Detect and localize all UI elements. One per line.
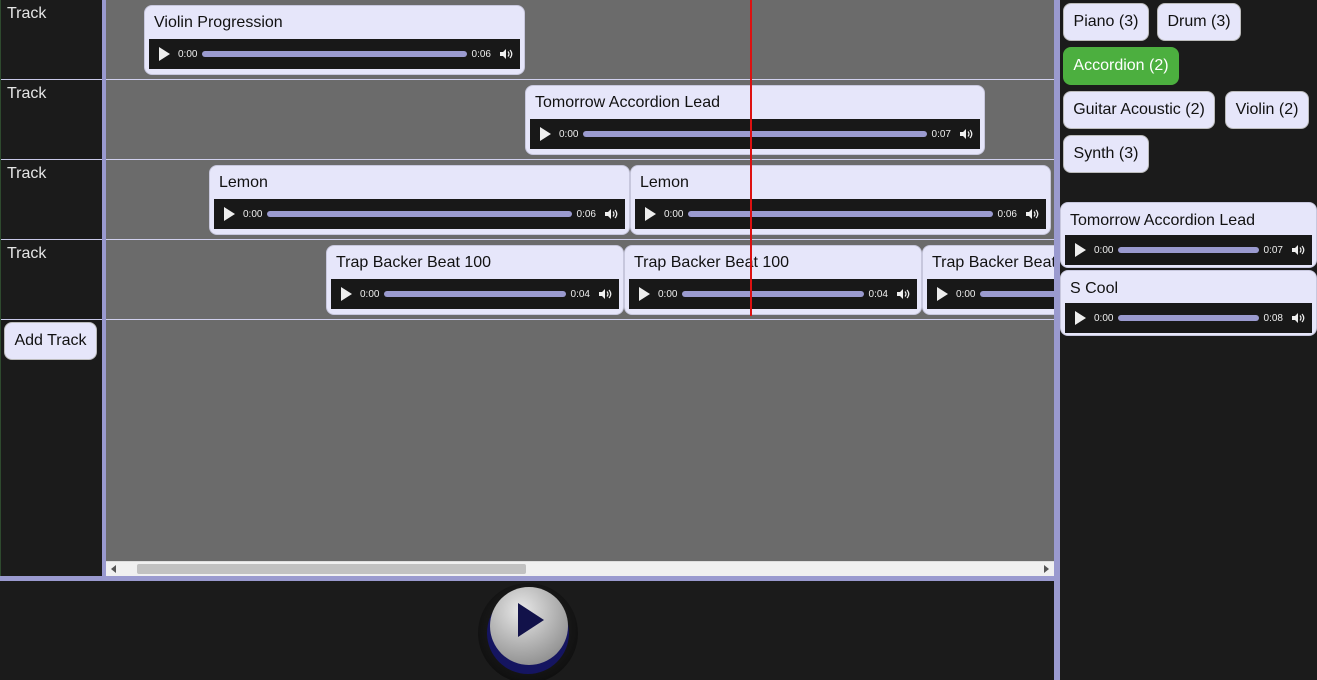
volume-icon[interactable]	[896, 288, 910, 300]
clip-title: Lemon	[640, 174, 689, 191]
current-time: 0:00	[956, 288, 976, 300]
duration: 0:07	[1263, 244, 1283, 256]
volume-icon[interactable]	[959, 128, 973, 140]
play-icon[interactable]	[224, 207, 235, 221]
audio-player[interactable]: 0:00 0:04	[629, 279, 917, 309]
duration: 0:04	[570, 288, 590, 300]
timeline[interactable]: Violin Progression 0:00 0:06 Tomorrow Ac…	[106, 0, 1054, 562]
play-icon[interactable]	[639, 287, 650, 301]
clip-title: Trap Backer Beat 100	[336, 254, 492, 271]
current-time: 0:00	[178, 48, 198, 60]
play-icon[interactable]	[159, 47, 170, 61]
play-icon[interactable]	[645, 207, 656, 221]
category-chip[interactable]: Guitar Acoustic (2)	[1063, 91, 1215, 129]
seek-bar[interactable]	[682, 291, 864, 297]
duration: 0:06	[471, 48, 491, 60]
play-icon[interactable]	[1075, 311, 1086, 325]
clip-title: Tomorrow Accordion Lead	[535, 94, 720, 111]
playhead[interactable]	[750, 0, 752, 316]
seek-bar[interactable]	[1118, 315, 1259, 321]
category-chip[interactable]: Drum (3)	[1157, 3, 1241, 41]
duration: 0:06	[997, 208, 1017, 220]
play-all-button[interactable]	[478, 583, 578, 680]
current-time: 0:00	[1094, 244, 1114, 256]
track-label[interactable]: Track	[0, 240, 102, 320]
seek-bar[interactable]	[267, 211, 572, 217]
lane-separator	[106, 239, 1054, 240]
instrument-library-panel: Piano (3) Drum (3) Accordion (2) Guitar …	[1060, 0, 1317, 680]
play-icon[interactable]	[540, 127, 551, 141]
daw-app: Track Track Track Track Add Track Violin…	[0, 0, 1317, 680]
category-chip[interactable]: Violin (2)	[1225, 91, 1309, 129]
audio-clip[interactable]: Lemon 0:00 0:06	[209, 165, 630, 235]
play-triangle-icon	[518, 603, 544, 637]
current-time: 0:00	[658, 288, 678, 300]
audio-player[interactable]: 0:00 0:06	[149, 39, 520, 69]
seek-bar[interactable]	[1118, 247, 1259, 253]
track-header-column: Track Track Track Track Add Track	[0, 0, 102, 576]
current-time: 0:00	[559, 128, 579, 140]
volume-icon[interactable]	[1291, 312, 1305, 324]
volume-icon[interactable]	[604, 208, 618, 220]
clip-title: Tomorrow Accordion Lead	[1070, 212, 1255, 229]
lane-separator	[106, 159, 1054, 160]
duration: 0:06	[576, 208, 596, 220]
track-label[interactable]: Track	[0, 0, 102, 80]
play-icon[interactable]	[1075, 243, 1086, 257]
audio-clip[interactable]: Violin Progression 0:00 0:06	[144, 5, 525, 75]
play-icon[interactable]	[937, 287, 948, 301]
audio-player[interactable]: 0:00 0:04	[331, 279, 619, 309]
track-label[interactable]: Track	[0, 160, 102, 240]
audio-clip[interactable]: Tomorrow Accordion Lead 0:00 0:07	[525, 85, 985, 155]
seek-bar[interactable]	[980, 291, 1054, 297]
add-track-button[interactable]: Add Track	[4, 322, 97, 360]
library-clip[interactable]: Tomorrow Accordion Lead 0:00 0:07	[1060, 202, 1317, 268]
scroll-left-arrow-icon[interactable]	[111, 565, 116, 573]
left-edge	[0, 0, 1, 576]
audio-clip[interactable]: Trap Backer Beat 100 0:00 0:04	[624, 245, 922, 315]
current-time: 0:00	[360, 288, 380, 300]
track-label[interactable]: Track	[0, 80, 102, 160]
duration: 0:08	[1263, 312, 1283, 324]
scroll-right-arrow-icon[interactable]	[1044, 565, 1049, 573]
volume-icon[interactable]	[1025, 208, 1039, 220]
volume-icon[interactable]	[1291, 244, 1305, 256]
transport-bar	[0, 581, 1054, 680]
audio-clip[interactable]: Trap Backer Beat 100 0:00 0:04	[326, 245, 624, 315]
lane-separator	[106, 79, 1054, 80]
lane-separator	[106, 319, 1054, 320]
audio-player[interactable]: 0:00 0:08	[1065, 303, 1312, 333]
scrollbar-thumb[interactable]	[137, 564, 526, 574]
audio-clip[interactable]: Trap Backer Beat 100 0:00	[922, 245, 1054, 315]
play-icon[interactable]	[341, 287, 352, 301]
clip-title: Trap Backer Beat 100	[932, 254, 1054, 271]
audio-player[interactable]: 0:00 0:07	[530, 119, 980, 149]
current-time: 0:00	[664, 208, 684, 220]
clip-title: Lemon	[219, 174, 268, 191]
volume-icon[interactable]	[499, 48, 513, 60]
clip-title: S Cool	[1070, 280, 1119, 297]
category-chip[interactable]: Synth (3)	[1063, 135, 1149, 173]
clip-title: Trap Backer Beat 100	[634, 254, 790, 271]
duration: 0:07	[931, 128, 951, 140]
duration: 0:04	[868, 288, 888, 300]
category-chip[interactable]: Piano (3)	[1063, 3, 1149, 41]
seek-bar[interactable]	[384, 291, 566, 297]
seek-bar[interactable]	[202, 51, 467, 57]
current-time: 0:00	[1094, 312, 1114, 324]
audio-clip[interactable]: Lemon 0:00 0:06	[630, 165, 1051, 235]
audio-player[interactable]: 0:00 0:06	[635, 199, 1046, 229]
audio-player[interactable]: 0:00 0:07	[1065, 235, 1312, 265]
seek-bar[interactable]	[688, 211, 993, 217]
category-chip-active[interactable]: Accordion (2)	[1063, 47, 1179, 85]
volume-icon[interactable]	[598, 288, 612, 300]
audio-player[interactable]: 0:00	[927, 279, 1054, 309]
audio-player[interactable]: 0:00 0:06	[214, 199, 625, 229]
seek-bar[interactable]	[583, 131, 927, 137]
library-clip[interactable]: S Cool 0:00 0:08	[1060, 270, 1317, 336]
horizontal-scrollbar[interactable]	[106, 561, 1054, 576]
current-time: 0:00	[243, 208, 263, 220]
clip-title: Violin Progression	[154, 14, 283, 31]
